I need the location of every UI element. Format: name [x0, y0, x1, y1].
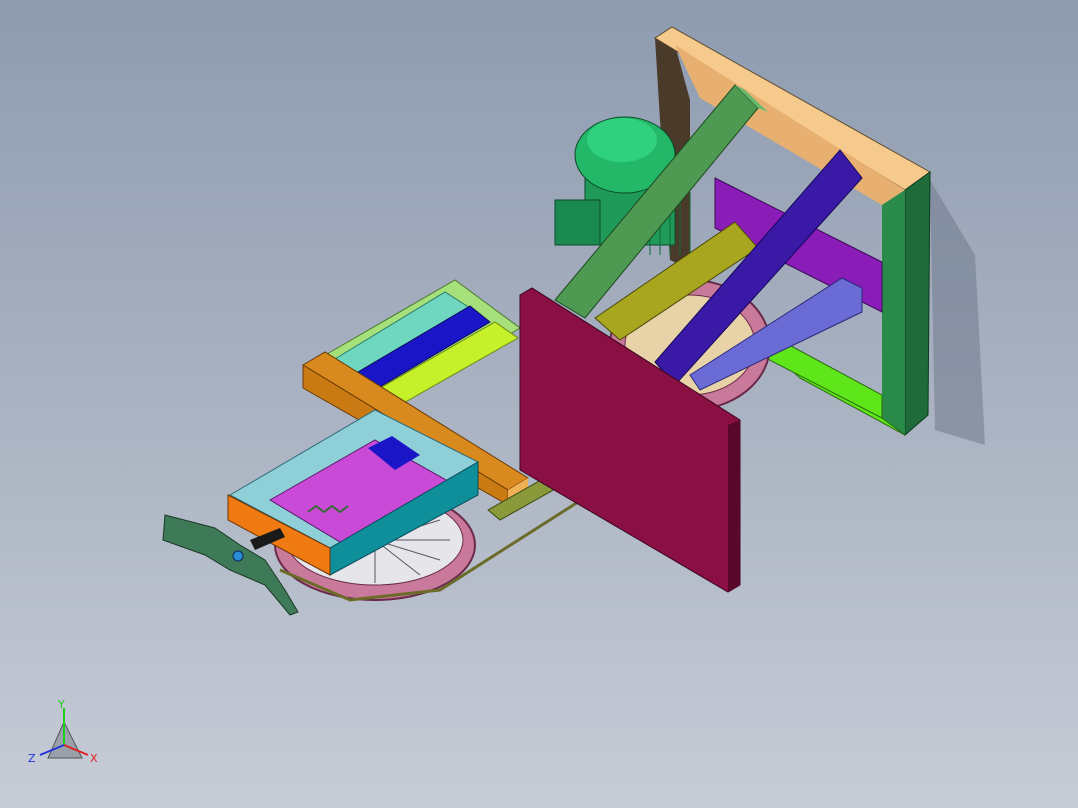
- frame-shadow: [930, 180, 985, 445]
- cad-viewport[interactable]: Y X Z: [0, 0, 1078, 808]
- back-frame-right-side: [904, 171, 931, 437]
- motor-end-cap: [587, 118, 657, 162]
- assembly-model[interactable]: Y X Z: [0, 0, 1078, 808]
- handle-hub-icon: [232, 550, 244, 562]
- back-frame-right-inner: [882, 190, 905, 435]
- plate-edge: [728, 420, 740, 592]
- axis-triad: Y X Z: [28, 698, 98, 765]
- motor-terminal-box: [554, 199, 601, 246]
- x-axis-label: X: [90, 752, 98, 765]
- y-axis-label: Y: [57, 698, 65, 711]
- z-axis-label: Z: [28, 752, 36, 765]
